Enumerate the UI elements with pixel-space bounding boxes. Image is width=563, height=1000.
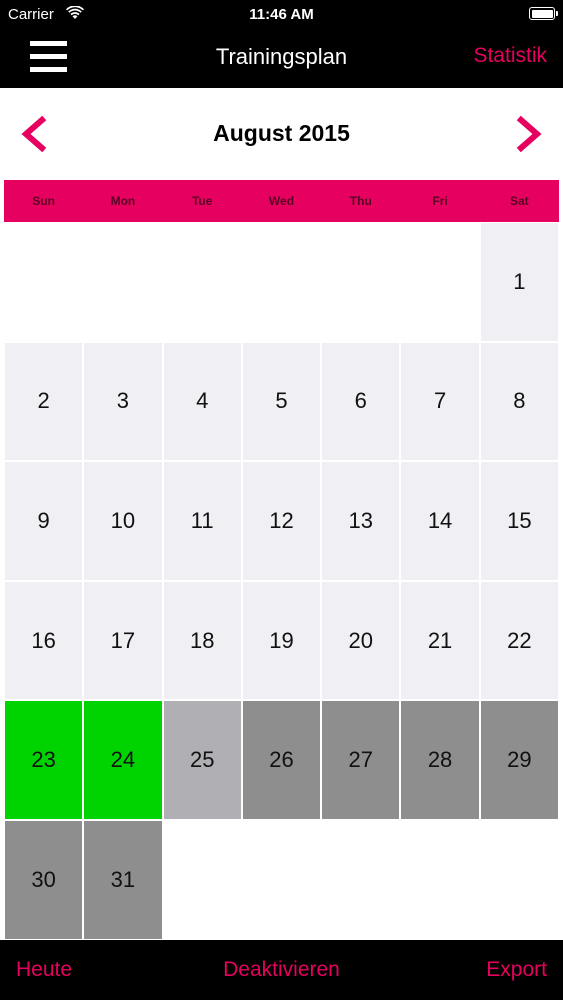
day-cell[interactable]: 3 xyxy=(83,341,163,462)
weekday-thu: Thu xyxy=(349,194,372,208)
day-cell[interactable]: 14 xyxy=(400,461,480,581)
day-cell-completed[interactable]: 23 xyxy=(4,700,84,820)
day-cell[interactable]: 16 xyxy=(4,580,84,701)
day-cell-planned[interactable]: 30 xyxy=(4,819,84,940)
day-cell[interactable]: 9 xyxy=(4,461,84,581)
month-title: August 2015 xyxy=(213,120,350,146)
empty-cell xyxy=(241,819,322,940)
weekday-sun: Sun xyxy=(32,194,55,208)
day-cell[interactable]: 11 xyxy=(162,461,242,581)
day-cell[interactable]: 5 xyxy=(241,341,322,462)
status-time: 11:46 AM xyxy=(249,6,314,23)
battery-icon xyxy=(529,7,558,20)
day-cell[interactable]: 7 xyxy=(400,341,480,462)
day-cell-today[interactable]: 25 xyxy=(162,700,242,820)
navigation-bar: Trainingsplan Statistik xyxy=(0,30,563,88)
empty-cell xyxy=(162,222,242,342)
day-cell[interactable]: 6 xyxy=(321,341,401,462)
empty-cell xyxy=(479,819,559,940)
day-cell-planned[interactable]: 26 xyxy=(241,700,322,820)
day-cell-completed[interactable]: 24 xyxy=(83,700,163,820)
weekday-wed: Wed xyxy=(268,194,295,208)
day-cell[interactable]: 19 xyxy=(241,580,322,701)
day-cell[interactable]: 15 xyxy=(479,461,559,581)
day-cell[interactable]: 10 xyxy=(83,461,163,581)
day-cell[interactable]: 8 xyxy=(479,341,559,462)
chevron-right-icon[interactable] xyxy=(509,114,549,154)
day-cell-planned[interactable]: 29 xyxy=(479,700,559,820)
day-cell[interactable]: 17 xyxy=(83,580,163,701)
empty-cell xyxy=(162,819,242,940)
empty-cell xyxy=(321,819,401,940)
weekday-tue: Tue xyxy=(191,194,213,208)
empty-cell xyxy=(241,222,322,342)
day-cell-planned[interactable]: 27 xyxy=(321,700,401,820)
export-button[interactable]: Export xyxy=(486,958,547,982)
empty-cell xyxy=(321,222,401,342)
day-cell[interactable]: 21 xyxy=(400,580,480,701)
weekday-sat: Sat xyxy=(510,194,529,208)
day-cell[interactable]: 22 xyxy=(479,580,559,701)
day-cell-planned[interactable]: 28 xyxy=(400,700,480,820)
status-bar: Carrier 11:46 AM xyxy=(0,0,563,30)
bottom-toolbar: Heute Deaktivieren Export xyxy=(0,940,563,1000)
empty-cell xyxy=(400,222,480,342)
calendar-grid: 1 2 3 4 5 6 7 8 9 10 11 12 13 14 15 16 1… xyxy=(4,222,559,940)
weekday-mon: Mon xyxy=(110,194,136,208)
day-cell[interactable]: 20 xyxy=(321,580,401,701)
empty-cell xyxy=(83,222,163,342)
day-cell[interactable]: 1 xyxy=(479,222,559,342)
day-cell[interactable]: 13 xyxy=(321,461,401,581)
weekday-header: Sun Mon Tue Wed Thu Fri Sat xyxy=(4,180,559,222)
day-cell[interactable]: 12 xyxy=(241,461,322,581)
deaktivieren-button[interactable]: Deaktivieren xyxy=(0,958,563,982)
day-cell-planned[interactable]: 31 xyxy=(83,819,163,940)
day-cell[interactable]: 2 xyxy=(4,341,84,462)
empty-cell xyxy=(400,819,480,940)
weekday-fri: Fri xyxy=(432,194,448,208)
day-cell[interactable]: 18 xyxy=(162,580,242,701)
top-bar: Carrier 11:46 AM Trainingsplan Statistik xyxy=(0,0,563,88)
day-cell[interactable]: 4 xyxy=(162,341,242,462)
empty-cell xyxy=(4,222,84,342)
month-header: August 2015 xyxy=(0,94,563,174)
statistik-button[interactable]: Statistik xyxy=(473,44,547,68)
